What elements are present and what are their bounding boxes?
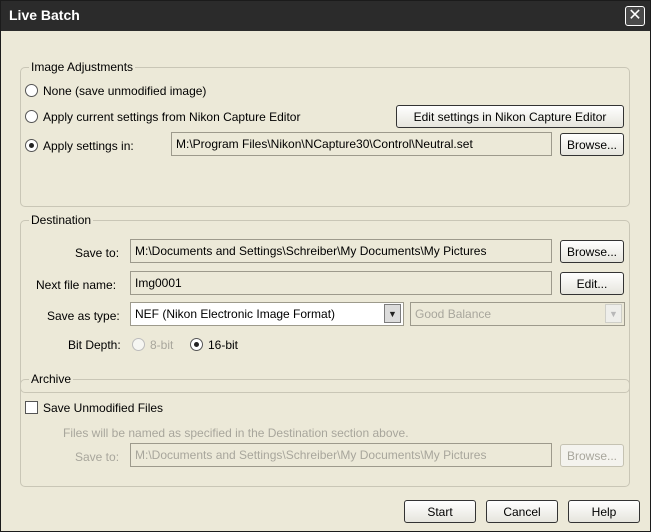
archive-browse-button: Browse... [560,444,624,467]
image-adjustments-legend: Image Adjustments [29,60,136,74]
edit-settings-button[interactable]: Edit settings in Nikon Capture Editor [396,105,624,128]
radio-apply-current[interactable] [25,110,38,123]
quality-select: Good Balance [410,302,625,326]
radio-apply-settings[interactable] [25,139,38,152]
window-title: Live Batch [9,7,80,23]
save-unmodified-label[interactable]: Save Unmodified Files [43,401,163,415]
save-to-label: Save to: [75,246,120,260]
radio-apply-settings-label[interactable]: Apply settings in: [43,139,134,153]
save-as-type-label: Save as type: [47,309,120,323]
save-as-type-select[interactable]: NEF (Nikon Electronic Image Format) [130,302,404,326]
archive-legend: Archive [29,372,74,386]
browse-destination-button[interactable]: Browse... [560,240,624,263]
help-button[interactable]: Help [568,500,640,523]
next-file-name-label: Next file name: [36,278,117,292]
radio-16-bit[interactable] [190,338,203,351]
radio-16-bit-label[interactable]: 16-bit [208,338,238,352]
radio-none[interactable] [25,84,38,97]
quality-dropdown-icon: ▼ [605,304,622,323]
browse-settings-button[interactable]: Browse... [560,133,624,156]
start-button[interactable]: Start [404,500,476,523]
save-to-path-field[interactable]: M:\Documents and Settings\Schreiber\My D… [130,239,552,263]
archive-note: Files will be named as specified in the … [63,426,409,440]
save-as-type-value: NEF (Nikon Electronic Image Format) [135,307,336,321]
save-unmodified-checkbox[interactable] [25,401,38,414]
archive-save-to-field: M:\Documents and Settings\Schreiber\My D… [130,443,552,467]
edit-file-name-button[interactable]: Edit... [560,272,624,295]
dialog-body: Image Adjustments None (save unmodified … [3,31,648,531]
radio-8-bit [132,338,145,351]
bit-depth-label: Bit Depth: [68,338,121,352]
radio-8-bit-label: 8-bit [150,338,174,352]
close-icon[interactable]: ✕ [625,6,645,26]
destination-legend: Destination [29,213,94,227]
radio-apply-current-label[interactable]: Apply current settings from Nikon Captur… [43,110,300,124]
live-batch-dialog: Live Batch ✕ Image Adjustments None (sav… [0,0,651,532]
radio-none-label[interactable]: None (save unmodified image) [43,84,206,98]
title-bar: Live Batch ✕ [1,1,650,31]
cancel-button[interactable]: Cancel [486,500,558,523]
next-file-name-field[interactable]: Img0001 [130,271,552,295]
quality-value: Good Balance [415,307,492,321]
archive-save-to-label: Save to: [75,450,120,464]
save-as-type-dropdown-icon[interactable]: ▼ [384,304,401,323]
settings-path-field[interactable]: M:\Program Files\Nikon\NCapture30\Contro… [171,132,552,156]
